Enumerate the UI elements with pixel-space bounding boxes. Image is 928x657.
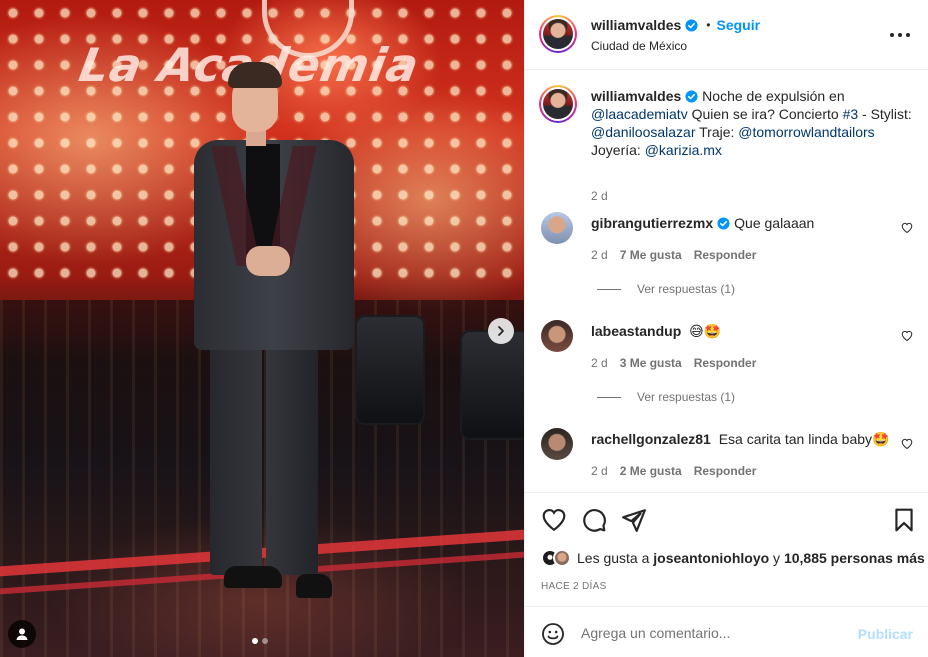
heart-icon[interactable]: [901, 438, 913, 450]
comment-item: labeastandup 😅🤩 2 d 3 Me gusta Responder: [539, 320, 919, 380]
verified-badge-icon: [685, 90, 698, 103]
comment-likes[interactable]: 2 Me gusta: [620, 464, 682, 478]
divider-line: [597, 396, 621, 398]
hashtag-link[interactable]: #3: [843, 106, 859, 122]
reply-button[interactable]: Responder: [694, 464, 757, 478]
reply-button[interactable]: Responder: [694, 248, 757, 262]
person-figure: [188, 60, 358, 620]
follow-button[interactable]: Seguir: [716, 17, 760, 33]
caption-timestamp[interactable]: 2 d: [591, 189, 608, 203]
comment-meta: 2 d 7 Me gusta Responder: [591, 248, 756, 262]
comment-meta: 2 d 2 Me gusta Responder: [591, 464, 756, 478]
liker-avatar[interactable]: [553, 549, 571, 567]
post-details-panel: williamvaldes • Seguir Ciudad de México …: [524, 0, 928, 657]
carousel-next-button[interactable]: [488, 318, 514, 344]
tagged-users-button[interactable]: [8, 620, 36, 648]
comment-body: labeastandup 😅🤩: [591, 322, 721, 340]
view-replies-button[interactable]: Ver respuestas (1): [597, 282, 735, 296]
comment-timestamp[interactable]: 2 d: [591, 356, 608, 370]
liker-username[interactable]: joseantoniohloyo: [653, 550, 769, 566]
user-tag-icon: [16, 628, 28, 640]
carousel-indicator: [252, 638, 268, 644]
mention-link[interactable]: @daniloosalazar: [591, 124, 696, 140]
reply-button[interactable]: Responder: [694, 356, 757, 370]
post-location[interactable]: Ciudad de México: [591, 39, 687, 53]
author-username[interactable]: williamvaldes: [591, 17, 681, 33]
caption-text: williamvaldes Noche de expulsión en @laa…: [591, 88, 912, 158]
heart-icon[interactable]: [901, 222, 913, 234]
caption-author-avatar[interactable]: [539, 85, 577, 123]
post-photo[interactable]: La Academia: [0, 0, 524, 657]
verified-badge-icon: [685, 18, 698, 32]
author-avatar-image: [543, 19, 573, 49]
post-actions: Les gusta a joseantoniohloyo y 10,885 pe…: [525, 492, 928, 606]
comment-meta: 2 d 3 Me gusta Responder: [591, 356, 756, 370]
add-comment-bar: Publicar: [525, 606, 928, 657]
post-timestamp[interactable]: HACE 2 DÍAS: [541, 581, 607, 592]
commenter-avatar[interactable]: [541, 428, 573, 460]
comment-timestamp[interactable]: 2 d: [591, 464, 608, 478]
publish-button[interactable]: Publicar: [858, 626, 913, 642]
carousel-dot-active: [252, 638, 258, 644]
view-replies-button[interactable]: Ver respuestas (1): [597, 390, 735, 404]
mention-link[interactable]: @tomorrowlandtailors: [738, 124, 874, 140]
mention-link[interactable]: @karizia.mx: [645, 142, 722, 158]
carousel-dot: [262, 638, 268, 644]
commenter-username[interactable]: gibrangutierrezmx: [591, 215, 713, 231]
comment-text: 😅🤩: [689, 323, 722, 339]
more-options-button[interactable]: [890, 26, 910, 44]
separator-dot: •: [706, 18, 711, 32]
author-avatar[interactable]: [539, 15, 577, 53]
like-heart-icon[interactable]: [541, 507, 567, 533]
mention-link[interactable]: @laacademiatv: [591, 106, 688, 122]
emoji-icon[interactable]: [541, 622, 565, 646]
likes-count-link[interactable]: 10,885 personas más: [784, 550, 925, 566]
bookmark-icon[interactable]: [891, 507, 917, 533]
comment-text: Que galaaan: [734, 215, 815, 231]
likes-summary: Les gusta a joseantoniohloyo y 10,885 pe…: [541, 549, 925, 567]
chevron-right-icon: [498, 326, 504, 336]
verified-badge-icon: [717, 217, 730, 230]
comment-likes[interactable]: 7 Me gusta: [620, 248, 682, 262]
comment-text: Esa carita tan linda baby🤩: [718, 431, 890, 447]
comment-item: rachellgonzalez81 Esa carita tan linda b…: [539, 428, 919, 488]
caption-username[interactable]: williamvaldes: [591, 88, 681, 104]
share-send-icon[interactable]: [621, 507, 647, 533]
comment-input[interactable]: [581, 621, 851, 645]
comment-likes[interactable]: 3 Me gusta: [620, 356, 682, 370]
commenter-username[interactable]: labeastandup: [591, 323, 681, 339]
more-horizontal-icon: [890, 33, 894, 37]
comment-item: gibrangutierrezmx Que galaaan 2 d 7 Me gu…: [539, 212, 919, 272]
commenter-avatar[interactable]: [541, 320, 573, 352]
stage-spotlight: [460, 330, 524, 440]
divider-line: [597, 288, 621, 290]
heart-icon[interactable]: [901, 330, 913, 342]
comments-scroll-area[interactable]: williamvaldes Noche de expulsión en @laa…: [525, 70, 928, 492]
comment-timestamp[interactable]: 2 d: [591, 248, 608, 262]
post-header: williamvaldes • Seguir Ciudad de México: [525, 0, 928, 70]
commenter-avatar[interactable]: [541, 212, 573, 244]
comment-body: gibrangutierrezmx Que galaaan: [591, 214, 814, 232]
commenter-username[interactable]: rachellgonzalez81: [591, 431, 711, 447]
stage-spotlight: [355, 315, 425, 425]
comment-body: rachellgonzalez81 Esa carita tan linda b…: [591, 430, 889, 448]
comment-bubble-icon[interactable]: [581, 507, 607, 533]
